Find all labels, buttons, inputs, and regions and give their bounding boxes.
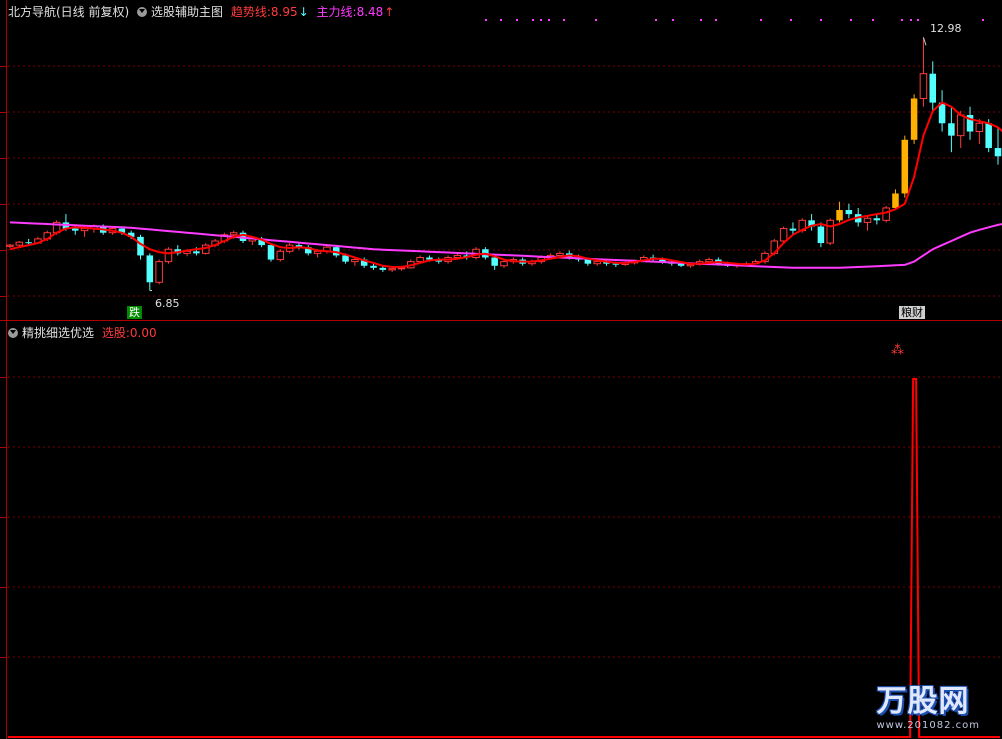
indicator-name[interactable]: 精挑细选优选 [22, 326, 94, 340]
candle-body [686, 264, 695, 267]
low-price-label: 6.85 [155, 297, 180, 310]
candle-body [491, 257, 498, 266]
marker-dot [548, 19, 550, 21]
marker-dot [655, 19, 657, 21]
candle-body [910, 98, 918, 140]
marker-dot [700, 19, 702, 21]
candle-body [71, 228, 79, 231]
candle-body [351, 259, 359, 263]
indicator-name[interactable]: 选股辅助主图 [151, 5, 223, 19]
buy-signal-badge: 粮财 [899, 306, 925, 319]
candle-body [25, 242, 32, 244]
marker-dot [901, 19, 903, 21]
trend-line [9, 101, 1002, 268]
candle-body [193, 251, 200, 254]
candle-body [994, 148, 1002, 157]
candle-body [985, 123, 992, 149]
candle-body [677, 263, 685, 266]
marker-dot [820, 19, 822, 21]
high-price-label: 12.98 [930, 22, 962, 35]
candle-body [370, 265, 377, 268]
candle-body [267, 245, 275, 260]
price-chart-panel[interactable]: 北方导航(日线 前复权) 选股辅助主图 趋势线:8.95↓ 主力线:8.48↑ … [0, 0, 1002, 321]
candle-body [15, 241, 24, 246]
trend-value: 8.95 [270, 5, 298, 19]
candle-body [229, 232, 238, 236]
select-signal-line [8, 378, 1000, 738]
marker-dot [532, 19, 534, 21]
select-value: 0.00 [129, 326, 157, 340]
marker-dot [872, 19, 874, 21]
candle-body [705, 259, 713, 263]
marker-dot [540, 19, 542, 21]
dropdown-icon[interactable] [137, 7, 148, 17]
candle-body [388, 268, 396, 271]
candle-body [863, 217, 872, 223]
candle-body [146, 255, 154, 283]
marker-dot [715, 19, 717, 21]
candle-body [593, 261, 601, 265]
candle-body [845, 210, 853, 215]
candle-body [556, 252, 564, 256]
select-indicator-svg[interactable] [0, 321, 1002, 739]
marker-dot [760, 19, 762, 21]
marker-dot [910, 19, 912, 21]
candle-body [956, 114, 965, 137]
candle-body [164, 248, 173, 263]
candle-body [500, 261, 508, 267]
watermark: 万股网 www.201082.com [876, 676, 980, 731]
candle-body [873, 218, 881, 221]
candle-body [929, 73, 937, 103]
candle-body [276, 250, 285, 261]
candle-body [6, 244, 14, 247]
marker-dot [485, 19, 487, 21]
marker-dot [982, 19, 984, 21]
watermark-url: www.201082.com [876, 720, 980, 731]
marker-dot [563, 19, 565, 21]
candle-body [584, 259, 592, 264]
candle-body [453, 254, 462, 259]
candle-body [836, 210, 843, 221]
candle-body [817, 226, 825, 244]
marker-dot [516, 19, 518, 21]
candle-body [779, 228, 788, 242]
marker-dot [850, 19, 852, 21]
candle-body [379, 267, 387, 270]
candle-body [892, 193, 899, 208]
candle-body [882, 207, 890, 221]
sell-signal-badge: 跌 [127, 306, 142, 319]
trend-arrow-icon: ↓ [298, 5, 309, 19]
main-label: 主力线: [316, 5, 357, 19]
main-value: 8.48 [356, 5, 384, 19]
price-chart-svg[interactable] [0, 0, 1002, 320]
trend-label: 趋势线: [230, 5, 271, 19]
stock-title: 北方导航(日线 前复权) [8, 5, 130, 19]
marker-dot [595, 19, 597, 21]
candle-body [155, 261, 163, 283]
select-label: 选股: [101, 326, 130, 340]
candle-body [416, 257, 424, 263]
marker-dot [917, 19, 919, 21]
select-panel-header: 精挑细选优选 选股:0.00 [8, 325, 161, 341]
marker-dot [672, 19, 674, 21]
main-arrow-icon: ↑ [384, 5, 395, 19]
candle-body [789, 228, 797, 231]
candle-body [826, 219, 834, 244]
butterfly-icon: ⁂ [891, 343, 904, 358]
candle-body [901, 139, 909, 194]
candle-body [975, 122, 984, 133]
candle-body [948, 123, 955, 136]
dropdown-icon[interactable] [8, 328, 18, 338]
candle-body [919, 73, 928, 99]
marker-dot [500, 19, 502, 21]
marker-dot [790, 19, 792, 21]
watermark-brand: 万股网 [876, 684, 970, 719]
select-indicator-panel[interactable]: 精挑细选优选 选股:0.00 ⁂ [0, 321, 1002, 739]
price-panel-header: 北方导航(日线 前复权) 选股辅助主图 趋势线:8.95↓ 主力线:8.48↑ [8, 4, 398, 20]
